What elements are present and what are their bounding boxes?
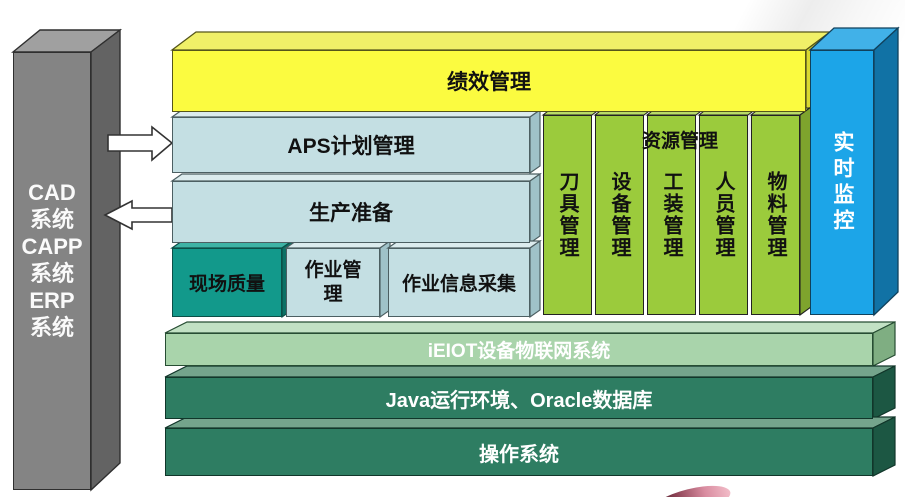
column-label: 工装管理 [657, 171, 686, 259]
job-info-collection-block: 作业信息采集 [388, 248, 530, 317]
job-management-block: 作业管理 [286, 248, 380, 317]
iot-top-face [165, 322, 895, 333]
preparation-top-face [172, 174, 540, 181]
java-top-face [165, 366, 895, 377]
external-line: 系统 [30, 260, 74, 287]
clipped-red-object [648, 479, 734, 497]
external-line: 系统 [30, 206, 74, 233]
operating-system-bar: 操作系统 [165, 428, 873, 476]
preparation-side-face [530, 174, 540, 243]
external-box-side-face [91, 30, 120, 490]
site-quality-block: 现场质量 [172, 248, 282, 317]
production-preparation-block: 生产准备 [172, 181, 530, 243]
column-label: 设备管理 [605, 171, 634, 259]
realtime-monitor-block: 实时监控 [810, 50, 874, 315]
external-line: 系统 [30, 314, 74, 341]
column-label: 人员管理 [709, 171, 738, 259]
external-line: CAPP [21, 233, 82, 260]
performance-top-face [172, 32, 830, 50]
job-info-side-face [530, 241, 540, 317]
monitor-side-face [874, 28, 898, 315]
column-label: 刀具管理 [553, 171, 582, 259]
performance-management-block: 绩效管理 [172, 50, 806, 112]
mes-architecture-diagram: CAD 系统 CAPP 系统 ERP 系统 绩效管理 APS计划管理 生产准备 … [0, 0, 905, 497]
external-line: CAD [28, 179, 76, 206]
monitor-label: 实时监控 [827, 131, 857, 235]
aps-planning-block: APS计划管理 [172, 117, 530, 173]
iot-platform-bar: iEIOT设备物联网系统 [165, 333, 873, 366]
external-line: ERP [29, 287, 74, 314]
os-side-face [873, 417, 895, 476]
column-label: 物料管理 [761, 171, 790, 259]
java-oracle-bar: Java运行环境、Oracle数据库 [165, 377, 873, 419]
aps-side-face [530, 110, 540, 173]
resource-column-tool: 刀具管理 [543, 115, 592, 315]
resource-management-header: 资源管理 [600, 126, 760, 153]
external-systems-box: CAD 系统 CAPP 系统 ERP 系统 [13, 52, 91, 490]
